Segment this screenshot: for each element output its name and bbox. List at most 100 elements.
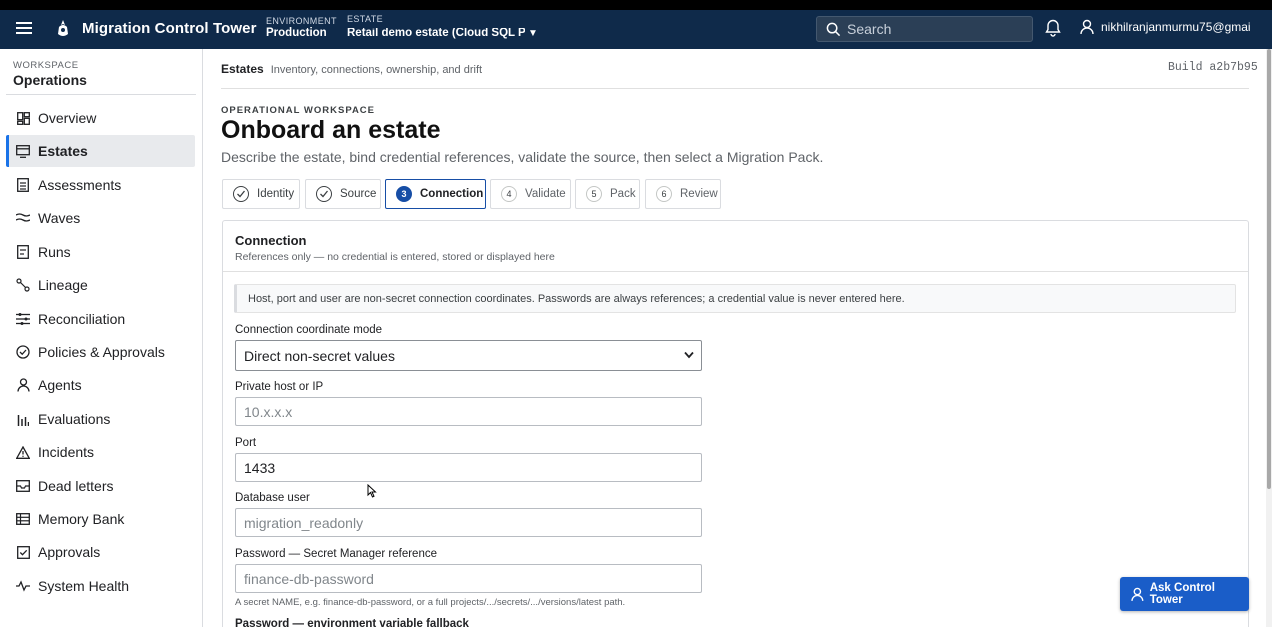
sidebar-item-label: Waves xyxy=(38,210,81,226)
sidebar-item-label: Lineage xyxy=(38,277,88,293)
sidebar-item-dead-letters[interactable]: Dead letters xyxy=(6,470,195,502)
step-source[interactable]: Source xyxy=(305,179,381,209)
sidebar-item-memory-bank[interactable]: Memory Bank xyxy=(6,503,195,535)
sidebar-item-incidents[interactable]: Incidents xyxy=(6,436,195,468)
app-title: Migration Control Tower xyxy=(82,20,257,37)
environment-indicator: ENVIRONMENT Production xyxy=(266,17,337,40)
person-icon xyxy=(1131,587,1144,601)
sidebar-item-label: Runs xyxy=(38,244,71,260)
user-menu[interactable]: nikhilranjanmurmu75@gmail.com xyxy=(1080,19,1251,35)
user-label: Database user xyxy=(235,492,310,504)
estates-icon xyxy=(15,143,31,159)
step-number: 6 xyxy=(656,186,672,202)
sidebar-item-overview[interactable]: Overview xyxy=(6,102,195,134)
sidebar-item-label: Memory Bank xyxy=(38,511,125,527)
environment-label: ENVIRONMENT xyxy=(266,16,337,26)
step-label: Review xyxy=(680,188,718,200)
agent-icon xyxy=(15,377,31,393)
lineage-icon xyxy=(15,277,31,293)
step-pack[interactable]: 5 Pack xyxy=(575,179,640,209)
sidebar-item-label: Overview xyxy=(38,110,97,126)
mode-label: Connection coordinate mode xyxy=(235,324,383,336)
sidebar-item-label: Assessments xyxy=(38,177,122,193)
top-app-bar: Migration Control Tower ENVIRONMENT Prod… xyxy=(0,10,1272,49)
sidebar-item-reconciliation[interactable]: Reconciliation xyxy=(6,303,195,335)
step-check-icon xyxy=(316,186,332,202)
port-input[interactable] xyxy=(235,453,702,482)
step-number: 4 xyxy=(501,186,517,202)
breadcrumb-description: Inventory, connections, ownership, and d… xyxy=(270,64,483,76)
page-title: Onboard an estate xyxy=(221,116,441,144)
step-validate[interactable]: 4 Validate xyxy=(490,179,571,209)
info-note: Host, port and user are non-secret conne… xyxy=(234,284,1236,313)
select-value: Direct non-secret values xyxy=(244,347,395,364)
sidebar-item-label: Policies & Approvals xyxy=(38,344,165,360)
shield-check-icon xyxy=(15,344,31,360)
table-icon xyxy=(15,511,31,527)
password-reference-input[interactable] xyxy=(235,564,702,593)
sidebar-item-approvals[interactable]: Approvals xyxy=(6,536,195,568)
dashboard-icon xyxy=(15,110,31,126)
sidebar-item-evaluations[interactable]: Evaluations xyxy=(6,403,195,435)
sidebar-item-label: Dead letters xyxy=(38,478,114,494)
pulse-icon xyxy=(15,578,31,594)
breadcrumb: Estates Inventory, connections, ownership… xyxy=(221,62,482,76)
waves-icon xyxy=(15,210,31,226)
password-reference-hint: A secret NAME, e.g. finance-db-password,… xyxy=(235,597,626,608)
breadcrumb-section[interactable]: Estates xyxy=(221,62,264,76)
password-reference-label: Password — Secret Manager reference xyxy=(235,548,437,560)
card-title: Connection xyxy=(235,233,307,248)
step-label: Identity xyxy=(257,188,295,200)
step-label: Pack xyxy=(610,188,636,200)
workspace-name: Operations xyxy=(13,72,87,88)
chevron-down-icon: ▼ xyxy=(528,28,538,39)
sidebar-item-system-health[interactable]: System Health xyxy=(6,570,195,602)
host-label: Private host or IP xyxy=(235,381,324,393)
reconciliation-icon xyxy=(15,311,31,327)
port-label: Port xyxy=(235,437,257,449)
search-box[interactable] xyxy=(816,16,1033,42)
scrollbar[interactable] xyxy=(1266,49,1272,627)
estate-selector[interactable]: ESTATE Retail demo estate (Cloud SQL Pos… xyxy=(347,15,538,44)
sidebar-item-estates[interactable]: Estates xyxy=(6,135,195,167)
sidebar-item-waves[interactable]: Waves xyxy=(6,202,195,234)
warning-icon xyxy=(15,444,31,460)
ask-button-label: Ask Control Tower xyxy=(1149,582,1215,606)
step-number: 5 xyxy=(586,186,602,202)
sidebar-item-assessments[interactable]: Assessments xyxy=(6,169,195,201)
sidebar-item-label: Reconciliation xyxy=(38,311,126,327)
person-icon xyxy=(1080,19,1094,35)
checkbox-icon xyxy=(15,544,31,560)
connection-card: Connection References only — no credenti… xyxy=(222,220,1249,627)
environment-value: Production xyxy=(266,27,327,39)
scrollbar-thumb[interactable] xyxy=(1267,49,1271,489)
host-input[interactable] xyxy=(235,397,702,426)
sidebar: WORKSPACE Operations Overview Estates As… xyxy=(0,49,203,627)
build-version: Build a2b7b95 xyxy=(1168,61,1258,74)
database-user-input[interactable] xyxy=(235,508,702,537)
step-label: Source xyxy=(340,188,377,200)
divider xyxy=(6,94,196,95)
notifications-bell-icon[interactable] xyxy=(1045,19,1061,37)
step-connection[interactable]: 3 Connection xyxy=(385,179,486,209)
step-identity[interactable]: Identity xyxy=(222,179,300,209)
menu-icon[interactable] xyxy=(16,22,32,36)
sidebar-item-label: Incidents xyxy=(38,444,95,460)
password-env-label: Password — environment variable fallback xyxy=(235,618,469,627)
top-strip xyxy=(0,0,1272,10)
connection-mode-select[interactable]: Direct non-secret values xyxy=(235,340,702,371)
sidebar-item-agents[interactable]: Agents xyxy=(6,369,195,401)
workspace-label: WORKSPACE xyxy=(13,60,79,71)
sidebar-item-policies-approvals[interactable]: Policies & Approvals xyxy=(6,336,195,368)
search-icon xyxy=(826,22,841,36)
step-review[interactable]: 6 Review xyxy=(645,179,721,209)
search-input[interactable] xyxy=(847,21,1017,37)
step-label: Validate xyxy=(525,188,566,200)
sidebar-item-runs[interactable]: Runs xyxy=(6,236,195,268)
chevron-down-icon xyxy=(684,351,694,359)
sidebar-item-label: Agents xyxy=(38,377,82,393)
step-label: Connection xyxy=(420,188,484,200)
ask-control-tower-button[interactable]: Ask Control Tower xyxy=(1120,577,1249,611)
sidebar-item-lineage[interactable]: Lineage xyxy=(6,269,195,301)
step-check-icon xyxy=(233,186,249,202)
